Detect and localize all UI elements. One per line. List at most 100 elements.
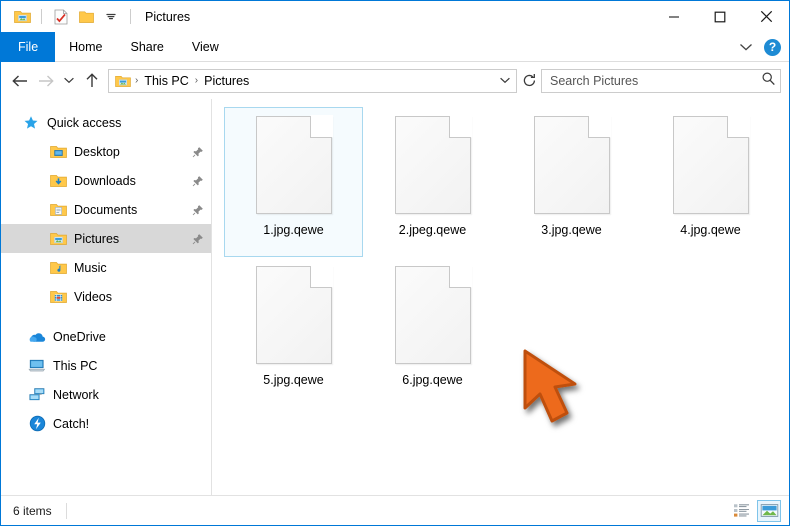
customize-qat-chevron-icon[interactable] [100,6,122,28]
up-button[interactable] [79,68,105,94]
folder-music-icon [48,258,68,278]
network-icon [27,385,47,405]
file-grid: 1.jpg.qewe 2.jpeg.qewe 3.jpg.qewe [224,107,789,407]
pin-icon[interactable] [191,203,205,217]
window-body: Quick access Desktop [1,99,789,495]
file-item[interactable]: 2.jpeg.qewe [363,107,502,257]
forward-button[interactable] [33,68,59,94]
sidebar-spacer [1,311,211,322]
file-item[interactable]: 6.jpg.qewe [363,257,502,407]
tab-file[interactable]: File [1,32,55,62]
search-input[interactable] [550,74,761,88]
file-name-label: 3.jpg.qewe [541,223,601,237]
file-item[interactable]: 1.jpg.qewe [224,107,363,257]
sidebar-item-network[interactable]: Network [1,380,211,409]
navigation-pane: Quick access Desktop [1,99,212,495]
sidebar-item-music[interactable]: Music [1,253,211,282]
refresh-button[interactable] [517,69,541,93]
file-name-label: 1.jpg.qewe [263,223,323,237]
folder-downloads-icon [48,171,68,191]
breadcrumb-separator: › [193,75,200,86]
large-icons-view-icon[interactable] [757,500,781,522]
sidebar-group-quick-access[interactable]: Quick access [1,108,211,137]
folder-videos-icon [48,287,68,307]
file-name-label: 5.jpg.qewe [263,373,323,387]
sidebar-item-label: Network [53,388,99,402]
sidebar-item-label: This PC [53,359,97,373]
breadcrumb-separator: › [133,75,140,86]
onedrive-cloud-icon [27,327,47,347]
window-controls [651,1,789,32]
window-title: Pictures [145,10,190,24]
pin-icon[interactable] [191,145,205,159]
sidebar-item-desktop[interactable]: Desktop [1,137,211,166]
sidebar-item-label: Pictures [74,232,119,246]
file-name-label: 2.jpeg.qewe [399,223,466,237]
quick-access-toolbar: Pictures [1,6,190,28]
back-button[interactable] [7,68,33,94]
ribbon-right-controls: ? [736,32,781,62]
this-pc-monitor-icon [27,356,47,376]
maximize-button[interactable] [697,1,743,32]
close-button[interactable] [743,1,789,32]
sidebar-item-label: OneDrive [53,330,106,344]
sidebar-item-catch[interactable]: Catch! [1,409,211,438]
ribbon-tab-bar: File Home Share View ? [1,32,789,62]
search-icon[interactable] [761,71,776,91]
title-bar: Pictures [1,1,789,32]
status-bar: 6 items [1,495,789,525]
file-list-pane[interactable]: 1.jpg.qewe 2.jpeg.qewe 3.jpg.qewe [212,99,789,495]
file-name-label: 4.jpg.qewe [680,223,740,237]
sidebar-item-label: Downloads [74,174,136,188]
file-name-label: 6.jpg.qewe [402,373,462,387]
qat-divider-2 [130,9,131,24]
sidebar-item-onedrive[interactable]: OneDrive [1,322,211,351]
catch-lightning-icon [27,414,47,434]
properties-icon[interactable] [50,6,72,28]
details-view-icon[interactable] [729,500,753,522]
sidebar-item-label: Desktop [74,145,120,159]
recent-locations-chevron-icon[interactable] [59,68,79,94]
folder-pictures-icon [48,229,68,249]
new-folder-icon[interactable] [75,6,97,28]
sidebar-item-label: Videos [74,290,112,304]
breadcrumb-dropdown-chevron-icon[interactable] [494,70,516,92]
sidebar-item-downloads[interactable]: Downloads [1,166,211,195]
file-item[interactable]: 3.jpg.qewe [502,107,641,257]
breadcrumb-item-pictures[interactable]: Pictures [200,74,253,88]
pictures-folder-icon [113,74,133,88]
sidebar-item-this-pc[interactable]: This PC [1,351,211,380]
minimize-button[interactable] [651,1,697,32]
sidebar-item-label: Quick access [47,116,121,130]
generic-file-icon [395,116,471,214]
pin-icon[interactable] [191,232,205,246]
qat-divider-1 [41,9,42,24]
search-box[interactable] [541,69,781,93]
generic-file-icon [534,116,610,214]
generic-file-icon [395,266,471,364]
star-icon [21,113,41,133]
chevron-down-icon[interactable] [736,37,756,57]
generic-file-icon [673,116,749,214]
breadcrumb-item-this-pc[interactable]: This PC [140,74,192,88]
status-divider [66,503,67,519]
generic-file-icon [256,116,332,214]
sidebar-item-videos[interactable]: Videos [1,282,211,311]
tab-view[interactable]: View [178,32,233,62]
pin-icon[interactable] [191,174,205,188]
view-mode-buttons [729,500,781,522]
help-icon[interactable]: ? [764,39,781,56]
file-item[interactable]: 5.jpg.qewe [224,257,363,407]
file-item[interactable]: 4.jpg.qewe [641,107,780,257]
breadcrumb[interactable]: › This PC › Pictures [108,69,517,93]
tab-share[interactable]: Share [117,32,178,62]
pictures-folder-icon[interactable] [11,6,33,28]
sidebar-item-label: Music [74,261,107,275]
sidebar-item-label: Catch! [53,417,89,431]
sidebar-item-pictures[interactable]: Pictures [1,224,211,253]
tab-home[interactable]: Home [55,32,116,62]
address-bar: › This PC › Pictures [1,62,789,99]
sidebar-item-documents[interactable]: Documents [1,195,211,224]
folder-desktop-icon [48,142,68,162]
folder-documents-icon [48,200,68,220]
